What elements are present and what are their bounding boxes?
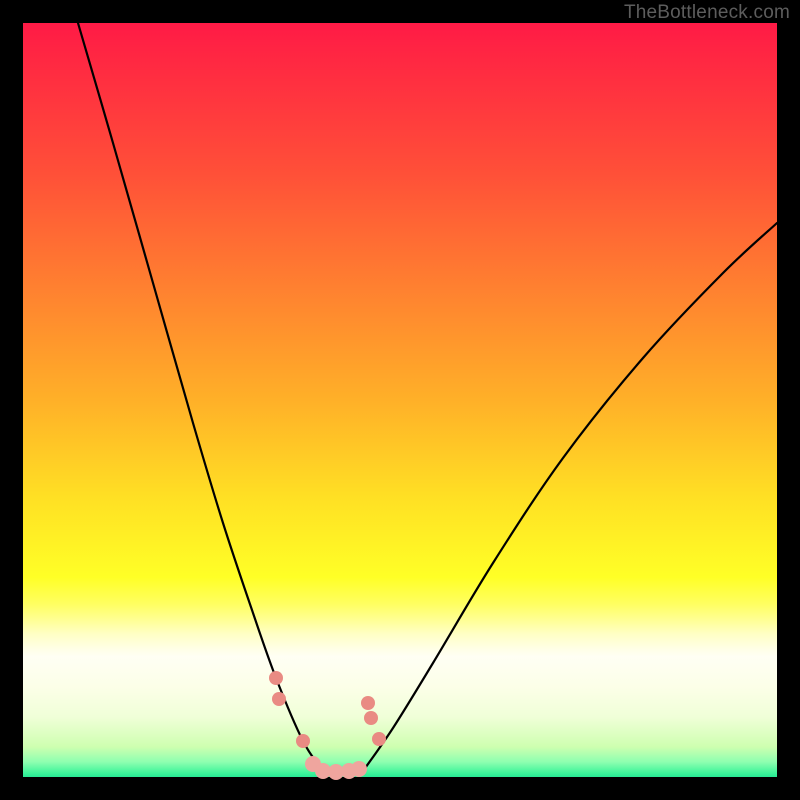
watermark-text: TheBottleneck.com <box>624 2 790 24</box>
chart-point <box>269 671 283 685</box>
chart-svg <box>23 23 777 777</box>
chart-line <box>78 23 323 771</box>
chart-point <box>351 761 367 777</box>
chart-point <box>272 692 286 706</box>
chart-point <box>372 732 386 746</box>
chart-line <box>363 223 777 771</box>
chart-point <box>361 696 375 710</box>
chart-point <box>296 734 310 748</box>
chart-area <box>23 23 777 777</box>
chart-point <box>364 711 378 725</box>
